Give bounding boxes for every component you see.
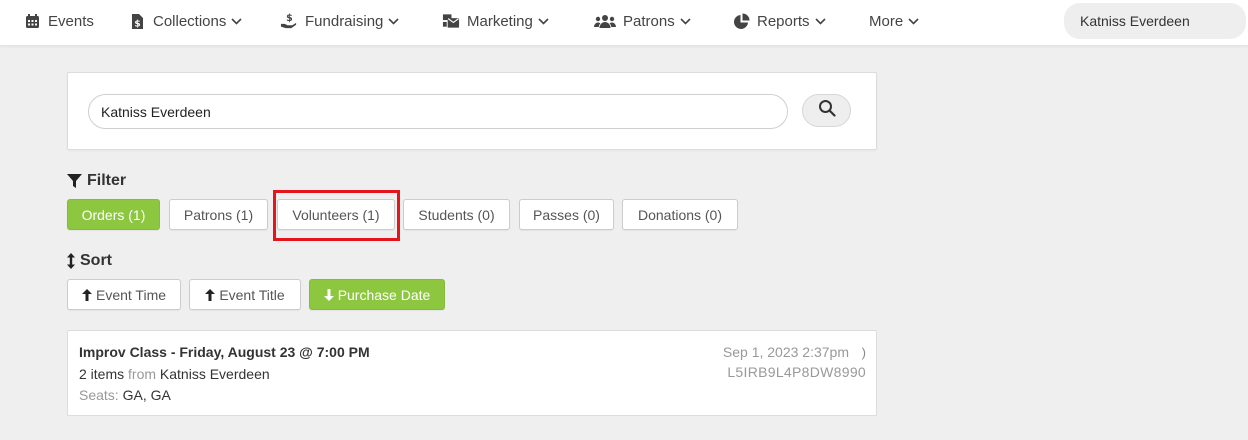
order-list-item[interactable]: Improv Class - Friday, August 23 @ 7:00 …	[67, 330, 877, 416]
filter-donations-button[interactable]: Donations (0)	[622, 199, 738, 230]
order-from-label: from	[128, 366, 157, 382]
search-button[interactable]	[802, 94, 851, 127]
order-purchase-date: Sep 1, 2023 2:37pm	[722, 344, 849, 360]
top-navigation: Events $ Collections $ Fundraising Marke…	[0, 0, 1248, 46]
filter-heading: Filter	[67, 172, 126, 190]
chevron-down-icon	[231, 16, 242, 27]
sort-event-time-button[interactable]: Event Time	[67, 279, 181, 310]
filter-heading-label: Filter	[87, 172, 127, 189]
nav-item-marketing[interactable]: Marketing	[442, 0, 549, 42]
nav-label: More	[869, 12, 904, 30]
mail-bulk-icon	[442, 12, 460, 30]
svg-text:$: $	[134, 19, 140, 29]
arrow-up-icon	[205, 288, 216, 301]
filter-orders-button[interactable]: Orders (1)	[67, 199, 160, 230]
order-summary: 2 items from Katniss Everdeen	[79, 366, 270, 382]
nav-item-reports[interactable]: Reports	[732, 0, 826, 42]
chevron-down-icon	[680, 16, 691, 27]
sort-event-title-button[interactable]: Event Title	[189, 279, 301, 310]
nav-label: Events	[48, 12, 94, 30]
arrow-up-icon	[81, 288, 92, 301]
filter-passes-button[interactable]: Passes (0)	[519, 199, 614, 230]
filter-patrons-button[interactable]: Patrons (1)	[169, 199, 268, 230]
nav-search-field[interactable]: Katniss Everdeen	[1064, 3, 1246, 39]
sort-label: Purchase Date	[337, 286, 431, 303]
chevron-down-icon	[908, 16, 919, 27]
nav-label: Collections	[153, 12, 227, 30]
order-event-title: Improv Class - Friday, August 23 @ 7:00 …	[79, 344, 370, 360]
sort-label: Event Time	[95, 286, 167, 303]
hand-holding-dollar-icon: $	[280, 12, 298, 30]
order-seats: Seats: GA, GA	[79, 387, 171, 403]
nav-label: Marketing	[467, 12, 533, 30]
order-patron-name: Katniss Everdeen	[159, 366, 270, 382]
pie-chart-icon	[732, 12, 750, 30]
svg-text:$: $	[286, 13, 293, 24]
chevron-down-icon	[814, 16, 826, 27]
nav-label: Reports	[757, 12, 810, 30]
calendar-icon	[23, 12, 41, 30]
nav-label: Patrons	[623, 12, 675, 30]
arrow-down-icon	[323, 288, 334, 301]
search-panel	[67, 72, 877, 150]
order-seats-label: Seats:	[79, 387, 119, 403]
nav-item-collections[interactable]: $ Collections	[128, 0, 242, 42]
nav-item-events[interactable]: Events	[23, 0, 94, 42]
nav-item-more[interactable]: More	[869, 0, 919, 42]
file-dollar-icon: $	[128, 12, 146, 30]
chevron-down-icon	[538, 16, 549, 27]
highlight-annotation-box	[273, 190, 400, 241]
nav-item-patrons[interactable]: Patrons	[594, 0, 691, 42]
sort-purchase-date-button[interactable]: Purchase Date	[309, 279, 445, 310]
sort-heading: Sort	[67, 252, 112, 270]
filter-icon	[67, 174, 82, 188]
sort-heading-label: Sort	[80, 252, 112, 269]
order-seats-value: GA, GA	[122, 387, 171, 403]
sort-label: Event Title	[219, 286, 285, 303]
users-icon	[594, 12, 616, 30]
chevron-down-icon	[388, 16, 399, 27]
order-item-count: 2 items	[79, 366, 125, 382]
search-input[interactable]	[88, 94, 788, 129]
order-confirmation-code: L5IRB9L4P8DW8990	[727, 364, 866, 380]
filter-students-button[interactable]: Students (0)	[403, 199, 510, 230]
nav-item-fundraising[interactable]: $ Fundraising	[280, 0, 399, 42]
chevron-right-icon: )	[861, 345, 866, 360]
sort-icon	[67, 253, 75, 269]
search-icon	[818, 99, 836, 122]
nav-label: Fundraising	[305, 12, 384, 30]
